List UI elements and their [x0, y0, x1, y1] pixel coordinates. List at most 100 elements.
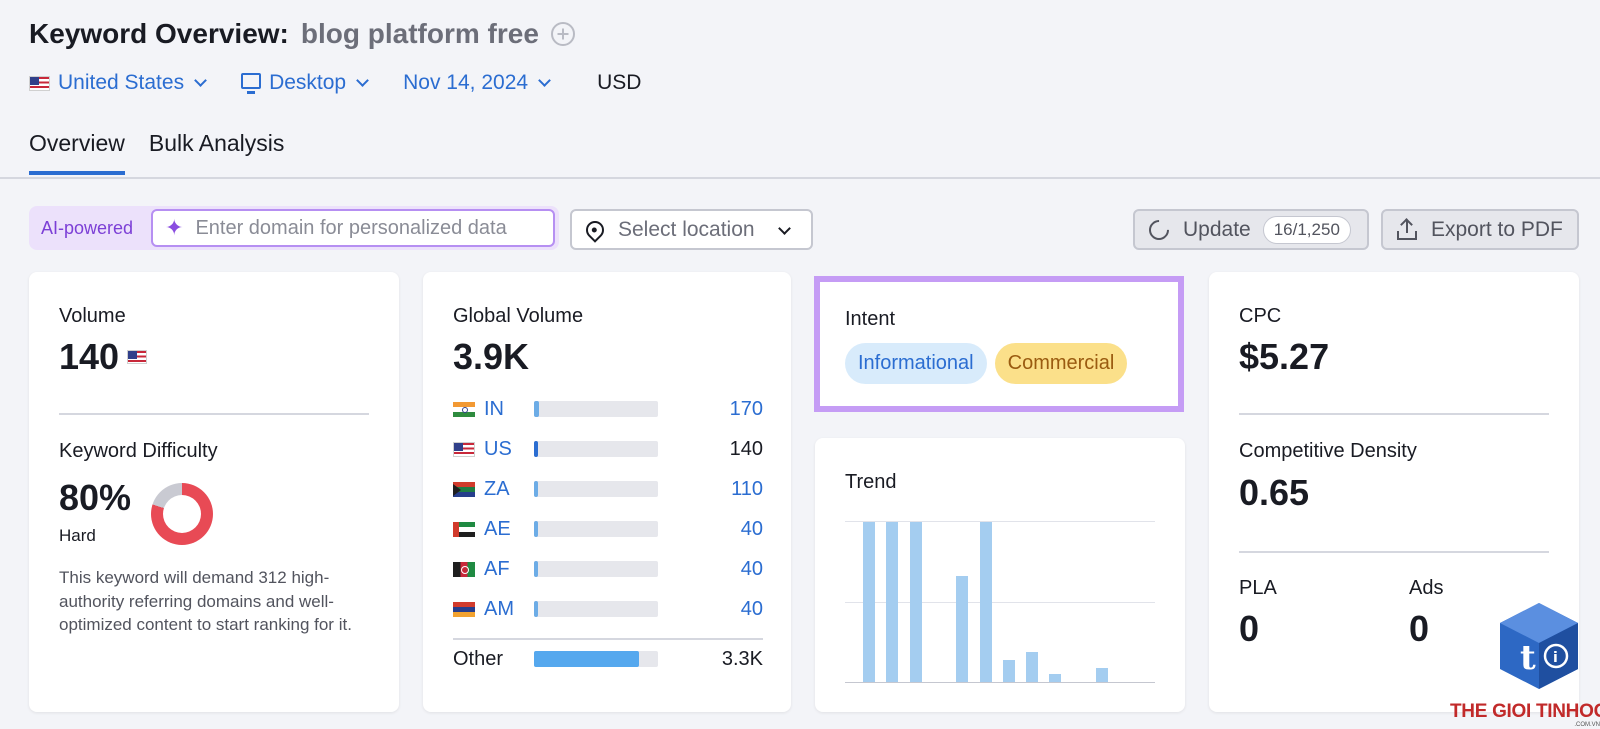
kd-donut-chart	[151, 483, 213, 545]
ai-domain-box: AI-powered ✦	[29, 206, 559, 250]
intent-tag-informational[interactable]: Informational	[845, 343, 987, 384]
tab-bulk-analysis[interactable]: Bulk Analysis	[149, 130, 285, 175]
pla-value: 0	[1239, 608, 1260, 649]
volume-value-row: 140	[59, 336, 148, 378]
trend-baseline	[845, 682, 1155, 683]
other-bar-fill	[534, 651, 640, 667]
pla-label: PLA	[1239, 577, 1277, 599]
tabs-divider	[0, 177, 1600, 179]
update-button[interactable]: Update 16/1,250	[1133, 209, 1369, 250]
tab-overview[interactable]: Overview	[29, 130, 125, 175]
kd-level: Hard	[59, 526, 96, 545]
desktop-icon	[241, 73, 262, 89]
volume-value: 140	[59, 336, 120, 377]
country-bar-fill	[534, 401, 539, 417]
logo-cube-icon: t i	[1500, 603, 1578, 689]
country-row-za[interactable]: ZA 110	[453, 477, 763, 501]
us-flag-icon	[29, 75, 50, 91]
country-bar-fill	[534, 441, 539, 457]
page-header: Keyword Overview: blog platform free	[29, 18, 575, 50]
chevron-down-icon	[778, 222, 791, 235]
date-dropdown[interactable]: Nov 14, 2024	[403, 71, 551, 95]
location-select[interactable]: Select location	[570, 209, 813, 250]
country-value: 40	[740, 517, 763, 540]
trend-card: Trend	[815, 438, 1185, 712]
page-title: Keyword Overview:	[29, 18, 289, 49]
trend-bar[interactable]	[909, 522, 922, 682]
watermark-subtext: .COM.VN	[1574, 722, 1600, 728]
intent-tags: Informational Commercial	[845, 343, 1128, 384]
country-dropdown[interactable]: United States	[29, 71, 207, 95]
country-value: 40	[740, 557, 763, 580]
country-bar	[534, 441, 658, 457]
us-flag-icon	[127, 350, 148, 364]
country-value: 140	[729, 437, 763, 460]
country-bar	[534, 601, 658, 617]
country-code: US	[484, 437, 512, 460]
sparkle-icon: ✦	[165, 215, 184, 240]
trend-bar[interactable]	[979, 522, 992, 682]
afghanistan-flag-icon	[453, 561, 475, 577]
country-row-am[interactable]: AM 40	[453, 597, 763, 621]
svg-text:i: i	[1553, 650, 1558, 666]
export-pdf-button[interactable]: Export to PDF	[1381, 209, 1579, 250]
intent-tag-commercial[interactable]: Commercial	[994, 343, 1128, 384]
country-bar	[534, 401, 658, 417]
refresh-icon	[1144, 215, 1174, 244]
country-value: 170	[729, 397, 763, 420]
trend-bar[interactable]	[1026, 651, 1039, 682]
kd-description: This keyword will demand 312 high-author…	[59, 568, 352, 634]
uae-flag-icon	[453, 521, 475, 537]
density-label: Competitive Density	[1239, 440, 1417, 462]
trend-bar[interactable]	[1002, 659, 1015, 682]
south-africa-flag-icon	[453, 481, 475, 497]
currency-label: USD	[597, 71, 642, 94]
cpc-label: CPC	[1239, 305, 1282, 327]
global-volume-card: Global Volume 3.9K IN 170 US 140 ZA 110 …	[423, 272, 791, 712]
armenia-flag-icon	[453, 601, 475, 617]
trend-bar[interactable]	[1096, 667, 1108, 682]
trend-bar[interactable]	[956, 576, 969, 682]
global-volume-label: Global Volume	[453, 305, 584, 327]
update-label: Update	[1183, 217, 1251, 241]
us-flag-icon	[453, 441, 475, 457]
other-label: Other	[453, 647, 504, 670]
country-code: AM	[484, 597, 514, 620]
country-bar-fill	[534, 521, 538, 537]
country-row-other: Other 3.3K	[453, 647, 763, 671]
intent-card: Intent Informational Commercial	[814, 276, 1184, 412]
country-row-in[interactable]: IN 170	[453, 397, 763, 421]
update-count-badge: 16/1,250	[1262, 215, 1351, 244]
global-volume-value: 3.9K	[453, 336, 530, 377]
trend-bar[interactable]	[863, 522, 875, 682]
tab-bar: Overview Bulk Analysis	[29, 130, 308, 175]
other-bar	[534, 651, 658, 667]
domain-input[interactable]	[195, 216, 536, 240]
india-flag-icon	[453, 401, 475, 417]
volume-label: Volume	[59, 305, 126, 327]
trend-chart	[845, 521, 1155, 683]
chevron-down-icon	[356, 73, 369, 87]
domain-input-wrapper: ✦	[151, 209, 555, 247]
add-to-list-icon[interactable]	[550, 22, 575, 46]
ads-label: Ads	[1409, 577, 1444, 599]
watermark-text: THE GIOI TINHOC	[1450, 701, 1600, 722]
country-row-us[interactable]: US 140	[453, 437, 763, 461]
chevron-down-icon	[538, 73, 551, 87]
trend-bar[interactable]	[886, 522, 899, 682]
country-value: 40	[740, 597, 763, 620]
country-code: IN	[484, 397, 504, 420]
country-row-ae[interactable]: AE 40	[453, 517, 763, 541]
trend-bar[interactable]	[1049, 674, 1062, 682]
country-bar-fill	[534, 481, 538, 497]
other-divider	[453, 638, 763, 640]
country-row-af[interactable]: AF 40	[453, 557, 763, 581]
density-divider	[1239, 551, 1549, 553]
country-code: AE	[484, 517, 511, 540]
device-dropdown[interactable]: Desktop	[241, 71, 369, 95]
country-code: AF	[484, 557, 510, 580]
trend-label: Trend	[845, 471, 897, 493]
ads-value: 0	[1409, 608, 1430, 649]
keyword-title: blog platform free	[300, 18, 539, 49]
export-icon	[1397, 217, 1417, 240]
